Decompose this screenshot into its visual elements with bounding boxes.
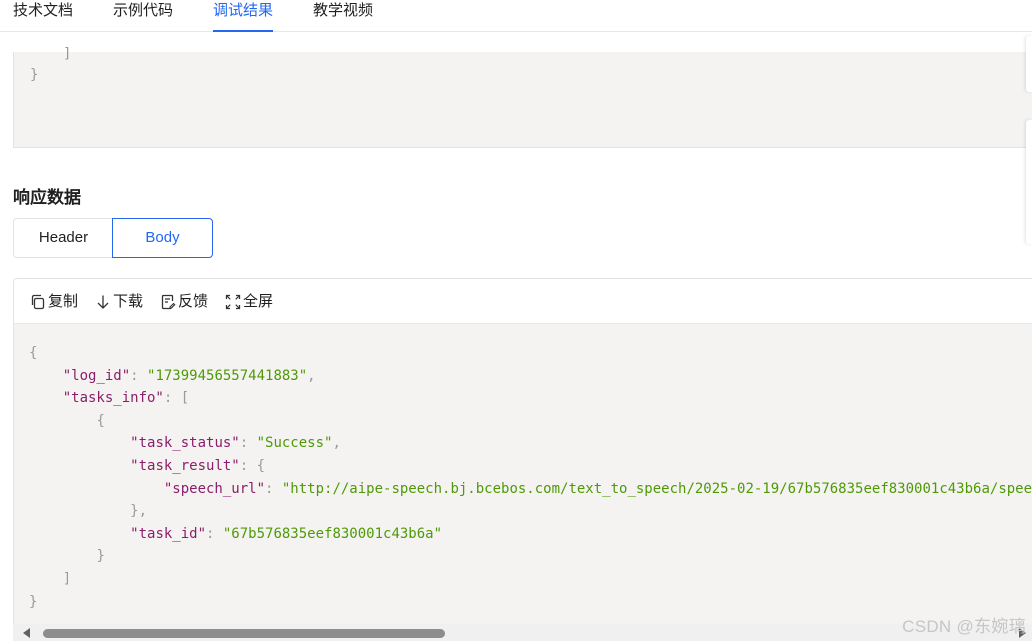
download-arrow-icon <box>97 295 109 309</box>
response-toolbar: 复制 下载 反馈 全屏 <box>14 279 1032 324</box>
json-key-task-status: "task_status" <box>130 435 240 452</box>
json-key-log-id: "log_id" <box>62 367 131 384</box>
response-data-title: 响应数据 <box>13 188 81 207</box>
horizontal-scrollbar[interactable] <box>13 624 1032 641</box>
download-button[interactable]: 下载 <box>95 292 143 312</box>
segment-header[interactable]: Header <box>13 218 113 258</box>
response-json-block: { "log_id": "17399456557441883", "tasks_… <box>14 324 1032 641</box>
right-float-strip <box>1026 120 1032 244</box>
feedback-button[interactable]: 反馈 <box>160 292 208 312</box>
json-value-speech-url: "http://aipe-speech.bj.bcebos.com/text_t… <box>281 480 1032 497</box>
download-label: 下载 <box>113 293 144 310</box>
segment-body[interactable]: Body <box>112 218 213 258</box>
scrollbar-thumb[interactable] <box>43 629 445 638</box>
json-key-task-id: "task_id" <box>130 525 207 542</box>
tab-sample-code[interactable]: 示例代码 <box>113 0 173 32</box>
copy-button[interactable]: 复制 <box>30 292 78 312</box>
feedback-label: 反馈 <box>178 293 209 310</box>
tab-debug-result[interactable]: 调试结果 <box>213 0 274 32</box>
right-float-strip <box>1026 36 1032 92</box>
json-key-task-result: "task_result" <box>130 457 240 474</box>
tab-tutorial-video[interactable]: 教学视频 <box>313 0 373 32</box>
tab-bar: 技术文档 示例代码 调试结果 教学视频 <box>0 0 1032 32</box>
fullscreen-label: 全屏 <box>243 293 274 310</box>
copy-label: 复制 <box>48 293 79 310</box>
fullscreen-button[interactable]: 全屏 <box>225 292 273 312</box>
json-value-task-id: "67b576835eef830001c43b6a" <box>222 525 443 542</box>
code-bracket-close: ] <box>63 46 72 62</box>
json-value-task-status: "Success" <box>256 435 333 452</box>
request-code-block: ] } <box>13 46 1032 148</box>
tab-tech-docs[interactable]: 技术文档 <box>13 0 73 32</box>
copy-icon <box>31 294 45 310</box>
json-key-speech-url: "speech_url" <box>163 480 266 497</box>
scroll-left-arrow-icon[interactable] <box>23 628 30 638</box>
fullscreen-icon <box>225 294 241 310</box>
feedback-icon <box>161 294 176 310</box>
debug-result-page: 技术文档 示例代码 调试结果 教学视频 ] } 响应数据 Header Body… <box>0 0 1032 641</box>
response-panel: 复制 下载 反馈 全屏 { "log_id": "173994565574418… <box>13 278 1032 641</box>
json-key-tasks-info: "tasks_info" <box>62 390 164 407</box>
code-brace-close: } <box>30 67 39 83</box>
json-value-log-id: "17399456557441883" <box>147 367 308 384</box>
watermark: CSDN @东婉璃 <box>902 617 1026 636</box>
response-json: { "log_id": "17399456557441883", "tasks_… <box>29 342 1032 613</box>
